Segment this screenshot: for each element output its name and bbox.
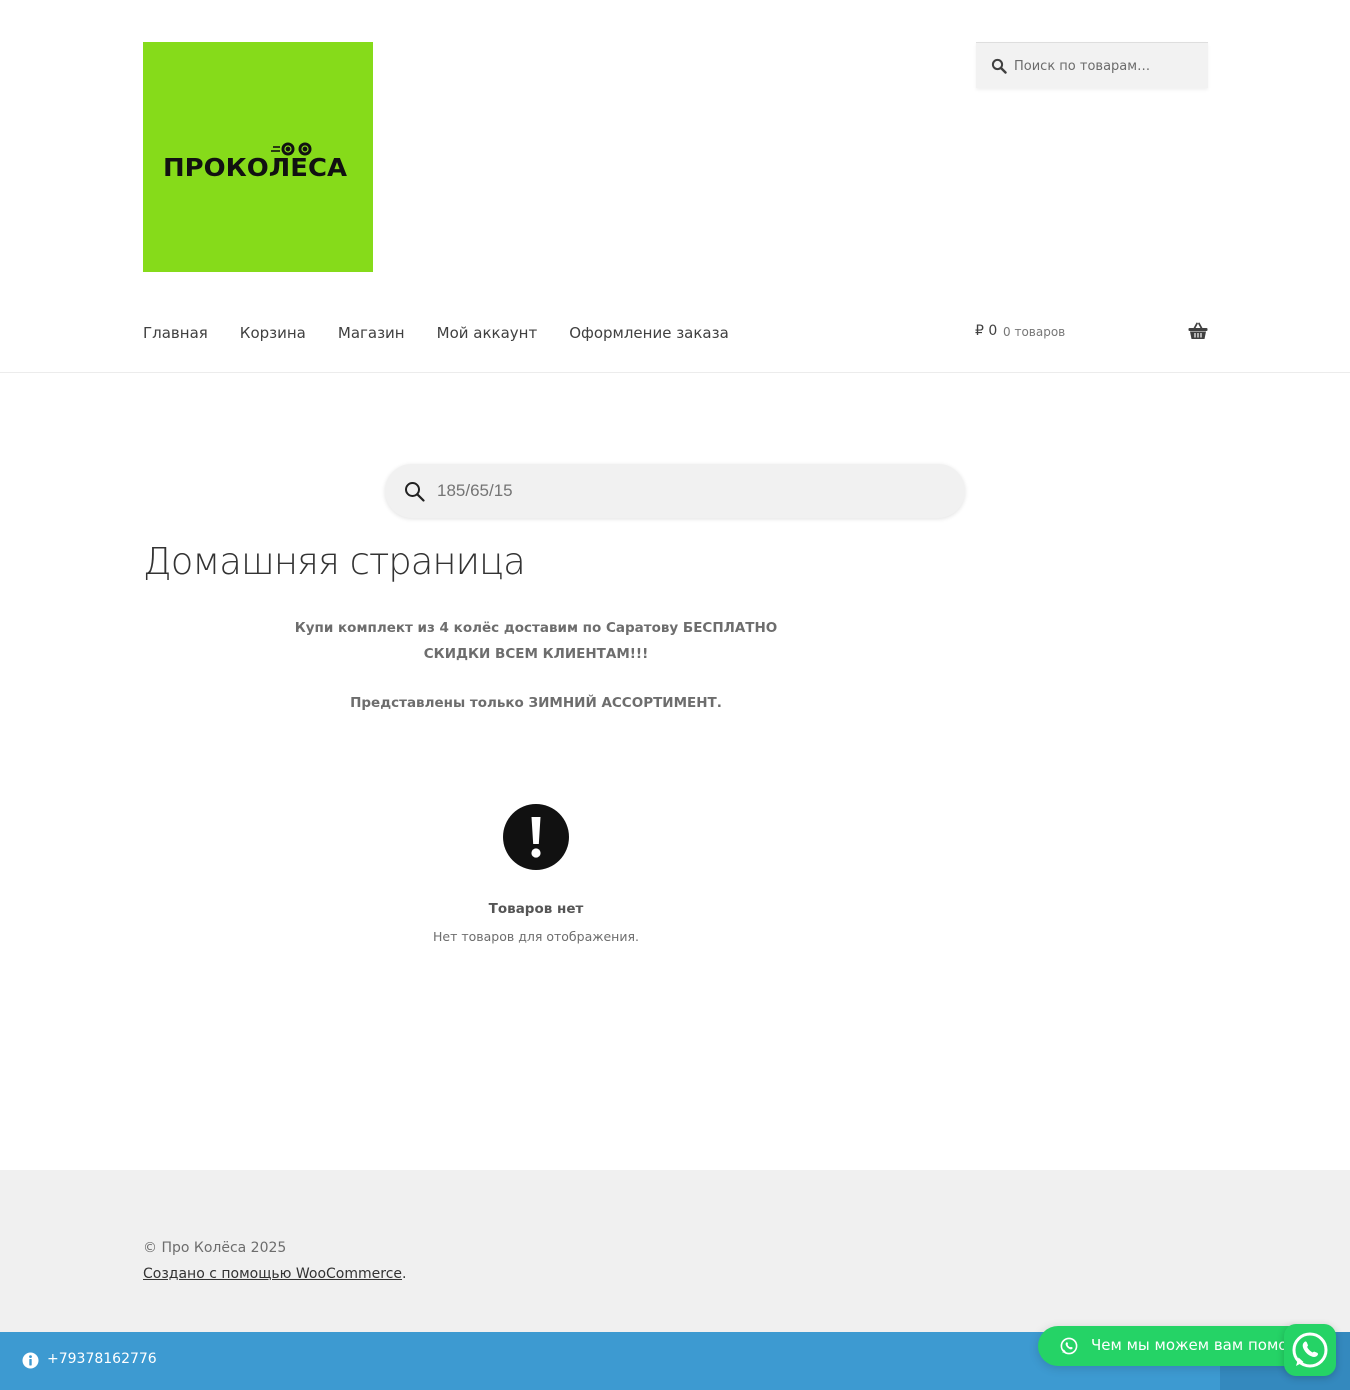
credit-suffix: . [402,1266,407,1282]
empty-state-title: Товаров нет [488,901,584,917]
woocommerce-credit-link[interactable]: Создано с помощью WooCommerce [143,1266,402,1282]
site-logo[interactable]: ПРОКОЛЕСА [143,42,373,272]
cart-amount: ₽ 0 [975,323,998,339]
nav-item-cart[interactable]: Корзина [240,324,306,342]
empty-state-text: Нет товаров для отображения. [433,929,639,944]
nav-item-account[interactable]: Мой аккаунт [437,324,538,342]
logo-graphic: ПРОКОЛЕСА [163,142,348,182]
nav-item-home[interactable]: Главная [143,324,208,342]
site-footer: © Про Колёса 2025 Создано с помощью WooC… [0,1170,1350,1332]
exclamation-circle-icon [503,804,569,870]
whatsapp-button[interactable] [1284,1324,1336,1376]
intro-line-assortment: Представлены только ЗИМНИЙ АССОРТИМЕНТ. [350,695,722,711]
intro-line-discount: СКИДКИ ВСЕМ КЛИЕНТАМ!!! [423,646,649,662]
basket-icon [1188,322,1208,339]
contact-phone[interactable]: +79378162776 [47,1351,157,1367]
intro-line-delivery: Купи комплект из 4 колёс доставим по Сар… [294,620,778,636]
footer-copyright: © Про Колёса 2025 [143,1240,287,1256]
header-search-input[interactable] [1012,43,1202,89]
info-icon [22,1352,39,1369]
nav-item-shop[interactable]: Магазин [338,324,405,342]
tyre-size-search-input[interactable] [435,464,935,518]
whatsapp-icon [1060,1337,1078,1355]
logo-text: ПРОКОЛЕСА [163,153,348,182]
header-cart[interactable]: ₽ 0 0 товаров [975,320,1208,346]
search-icon [405,482,425,502]
whatsapp-icon [1292,1332,1328,1368]
cart-count: 0 товаров [1003,325,1066,339]
footer-credit: Создано с помощью WooCommerce. [143,1266,406,1282]
search-icon [991,58,1007,74]
whatsapp-chat-bubble[interactable]: Чем мы можем вам помочь? [1038,1326,1308,1366]
whatsapp-bubble-text: Чем мы можем вам помочь? [1091,1336,1308,1354]
empty-products-state: Товаров нет Нет товаров для отображения. [336,803,736,944]
main-nav: Главная Корзина Магазин Мой аккаунт Офор… [143,320,761,346]
tyre-size-search [385,464,965,518]
header-search [976,42,1208,89]
page-title: Домашняя страница [143,540,526,583]
site-header: ПРОКОЛЕСА Главная Корзина Магазин Мой ак… [0,0,1350,373]
intro-text: Купи комплект из 4 колёс доставим по Сар… [143,615,929,716]
nav-item-checkout[interactable]: Оформление заказа [569,324,729,342]
